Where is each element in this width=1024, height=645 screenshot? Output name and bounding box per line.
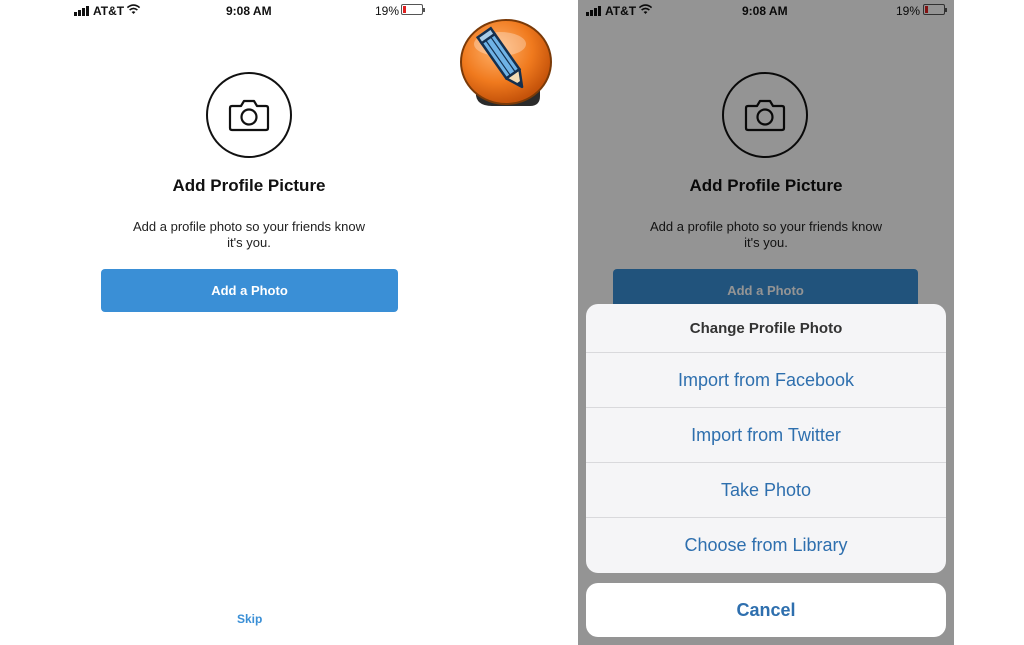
page-subtitle: Add a profile photo so your friends know… [99, 219, 399, 251]
skip-link[interactable]: Skip [237, 612, 262, 626]
cancel-button[interactable]: Cancel [586, 583, 946, 637]
take-photo-option[interactable]: Take Photo [586, 463, 946, 518]
pencil-icon [458, 18, 554, 110]
add-profile-screen: AT&T 9:08 AM 19% Add Profile Picture Add… [0, 0, 500, 645]
status-time: 9:08 AM [226, 4, 272, 18]
change-photo-screen: AT&T 9:08 AM 19% Add Profile Picture Add… [578, 0, 954, 645]
add-photo-button[interactable]: Add a Photo [101, 269, 398, 312]
import-facebook-option[interactable]: Import from Facebook [586, 353, 946, 408]
battery-percentage: 19% [375, 4, 400, 18]
carrier-label: AT&T [93, 4, 125, 18]
signal-bars-icon [74, 6, 89, 16]
wifi-icon [126, 3, 141, 18]
camera-icon[interactable] [206, 72, 292, 158]
import-twitter-option[interactable]: Import from Twitter [586, 408, 946, 463]
subtitle-line: it's you. [227, 235, 271, 250]
page-title: Add Profile Picture [172, 176, 326, 195]
action-sheet-title: Change Profile Photo [586, 304, 946, 353]
subtitle-line: Add a profile photo so your friends know [133, 219, 365, 234]
choose-library-option[interactable]: Choose from Library [586, 518, 946, 573]
battery-icon [401, 4, 425, 15]
status-bar: AT&T 9:08 AM 19% [0, 0, 500, 22]
change-photo-action-sheet: Change Profile Photo Import from Faceboo… [586, 304, 946, 573]
